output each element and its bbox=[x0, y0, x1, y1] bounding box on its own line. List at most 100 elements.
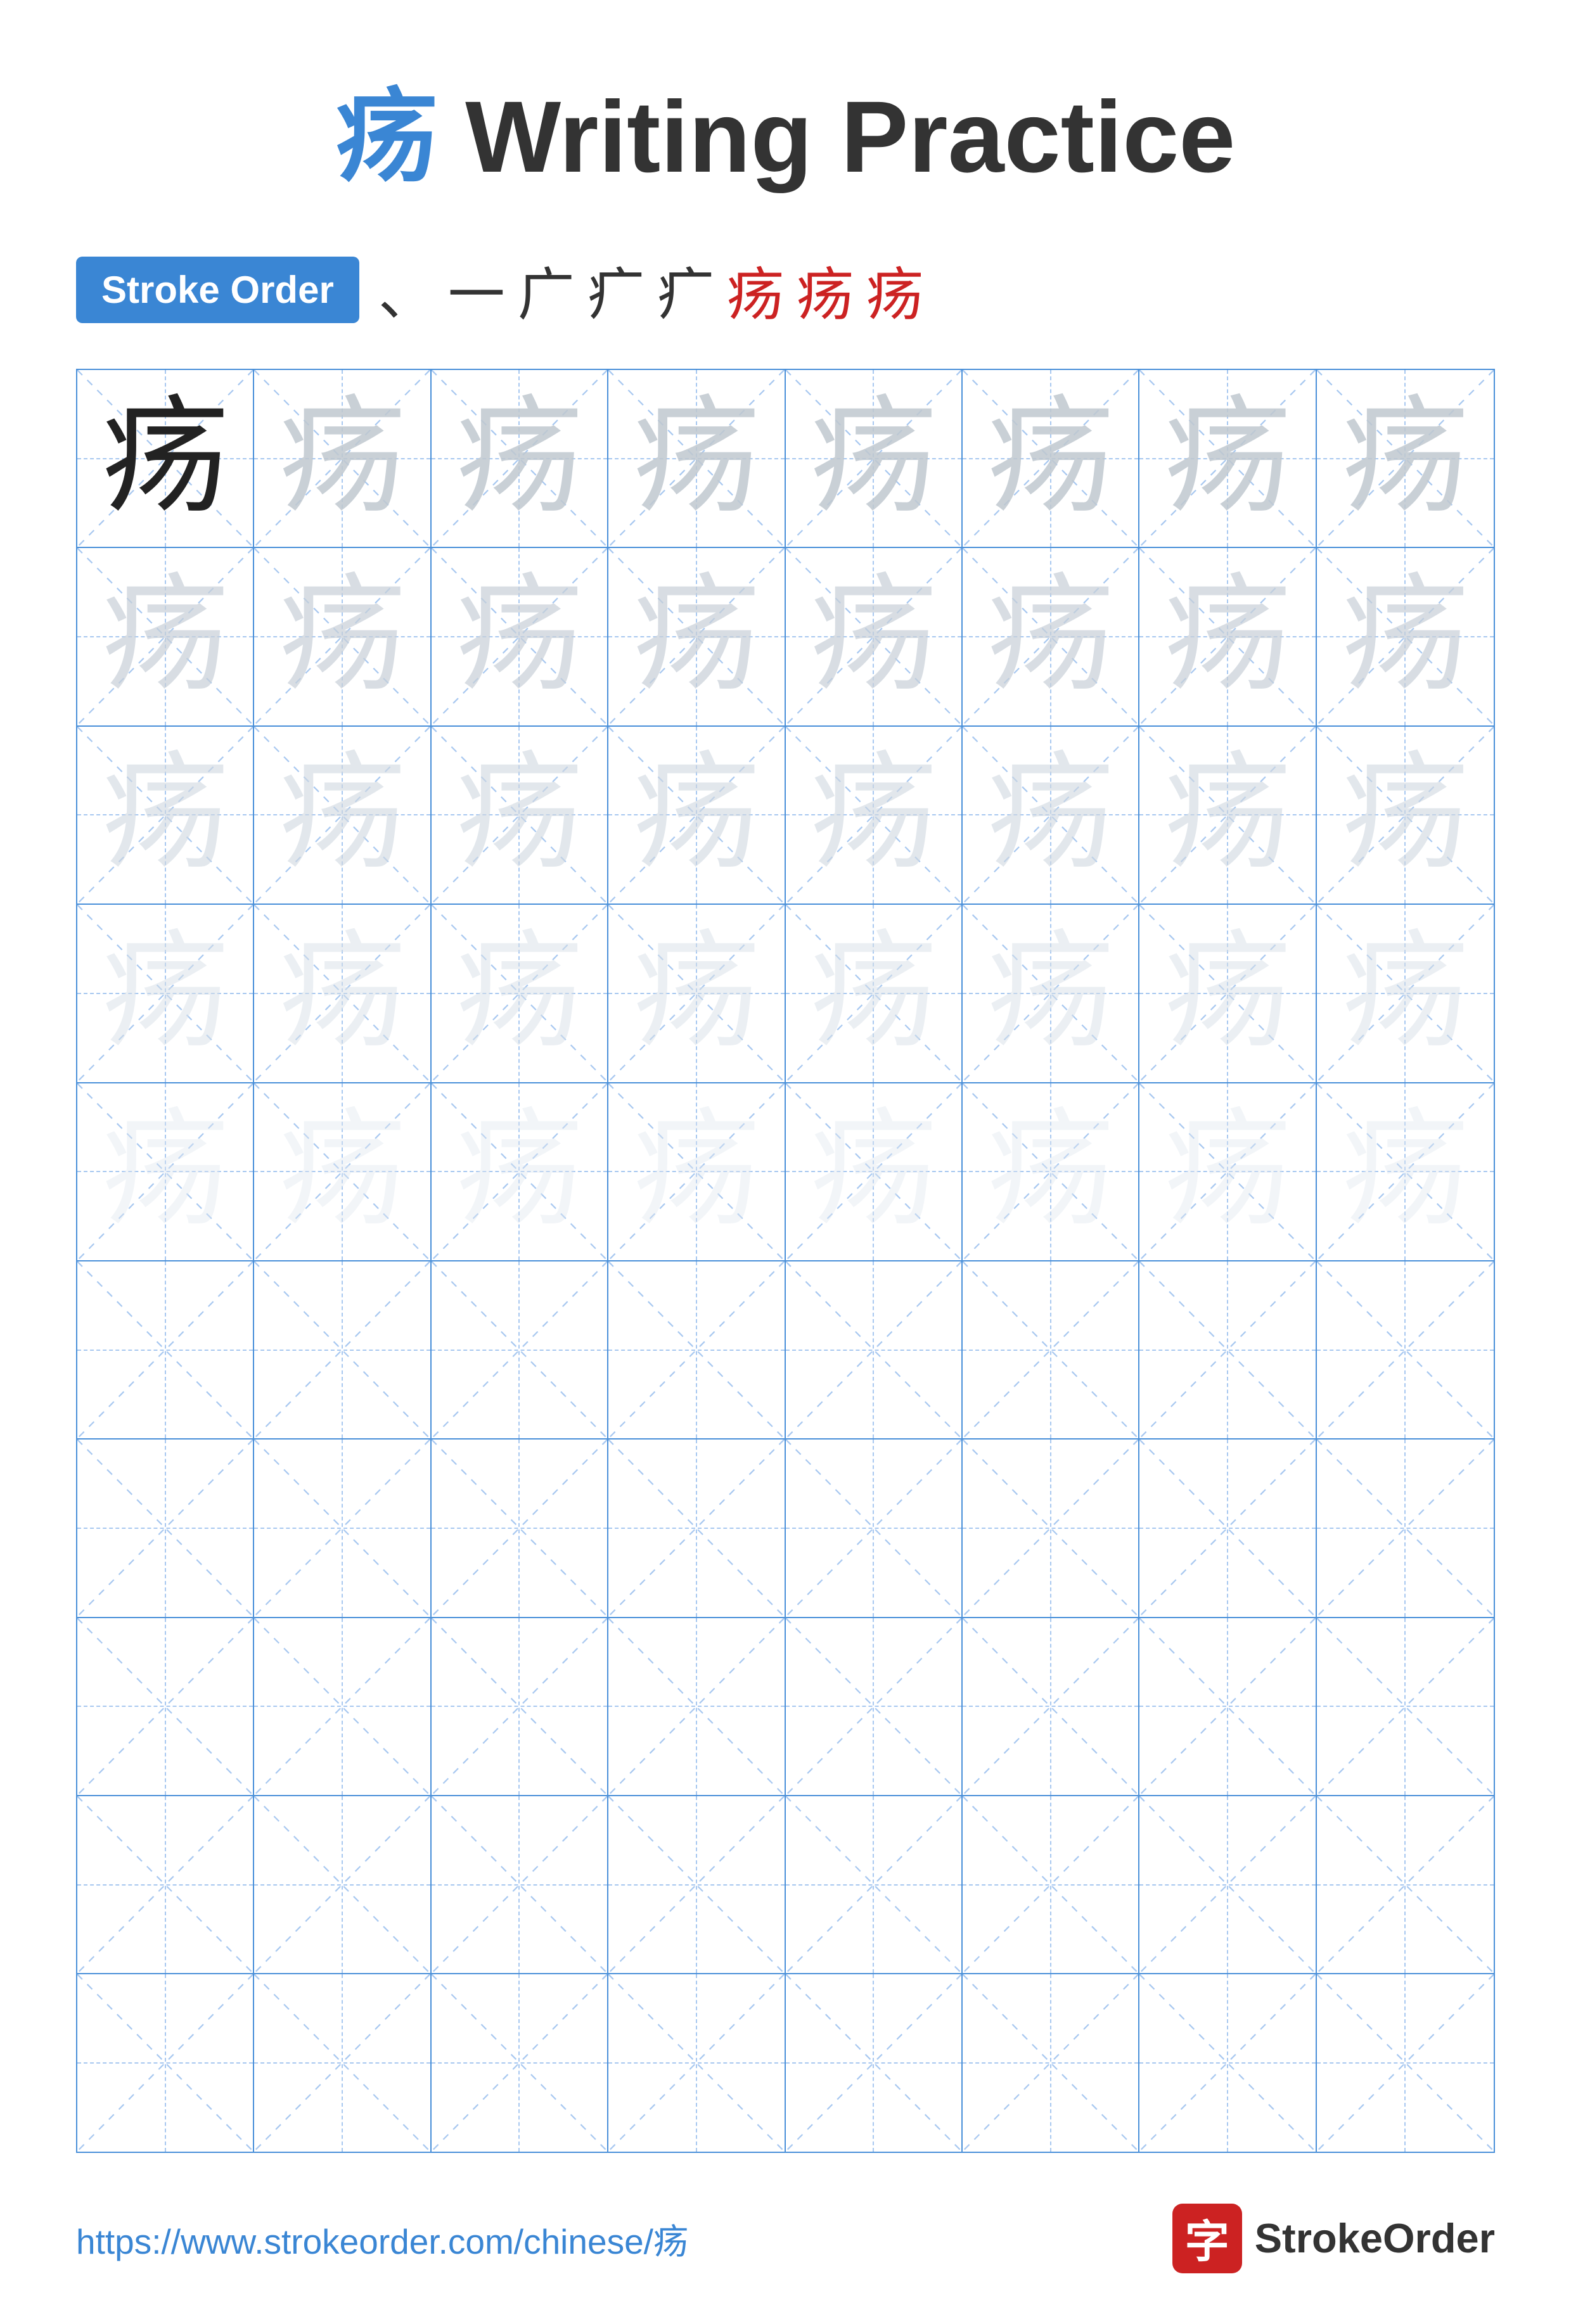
cell-5-2[interactable]: 疡 bbox=[254, 1083, 431, 1260]
cell-9-2[interactable] bbox=[254, 1796, 431, 1973]
cell-9-8[interactable] bbox=[1317, 1796, 1494, 1973]
cell-1-6[interactable]: 疡 bbox=[963, 370, 1139, 547]
cell-6-3[interactable] bbox=[432, 1261, 608, 1438]
cell-2-7[interactable]: 疡 bbox=[1139, 548, 1316, 725]
cell-7-8[interactable] bbox=[1317, 1440, 1494, 1616]
cell-8-4[interactable] bbox=[608, 1618, 785, 1795]
cell-7-6[interactable] bbox=[963, 1440, 1139, 1616]
cell-8-3[interactable] bbox=[432, 1618, 608, 1795]
char-cell-2-2: 疡 bbox=[279, 573, 406, 700]
cell-6-5[interactable] bbox=[786, 1261, 963, 1438]
cell-4-8[interactable]: 疡 bbox=[1317, 905, 1494, 1082]
cell-6-8[interactable] bbox=[1317, 1261, 1494, 1438]
stroke-seq-6: 疡 bbox=[727, 248, 784, 331]
cell-8-6[interactable] bbox=[963, 1618, 1139, 1795]
cell-10-1[interactable] bbox=[77, 1974, 254, 2151]
cell-1-1[interactable]: 疡 bbox=[77, 370, 254, 547]
cell-3-6[interactable]: 疡 bbox=[963, 727, 1139, 903]
cell-7-5[interactable] bbox=[786, 1440, 963, 1616]
char-cell-2-6: 疡 bbox=[987, 573, 1114, 700]
cell-3-2[interactable]: 疡 bbox=[254, 727, 431, 903]
cell-5-5[interactable]: 疡 bbox=[786, 1083, 963, 1260]
cell-1-7[interactable]: 疡 bbox=[1139, 370, 1316, 547]
cell-10-8[interactable] bbox=[1317, 1974, 1494, 2151]
cell-3-3[interactable]: 疡 bbox=[432, 727, 608, 903]
cell-9-1[interactable] bbox=[77, 1796, 254, 1973]
cell-10-3[interactable] bbox=[432, 1974, 608, 2151]
cell-6-7[interactable] bbox=[1139, 1261, 1316, 1438]
char-cell-1-5: 疡 bbox=[810, 395, 937, 522]
cell-8-1[interactable] bbox=[77, 1618, 254, 1795]
cell-4-4[interactable]: 疡 bbox=[608, 905, 785, 1082]
cell-4-3[interactable]: 疡 bbox=[432, 905, 608, 1082]
char-cell-5-3: 疡 bbox=[456, 1108, 582, 1235]
cell-5-1[interactable]: 疡 bbox=[77, 1083, 254, 1260]
cell-2-4[interactable]: 疡 bbox=[608, 548, 785, 725]
char-cell-2-4: 疡 bbox=[633, 573, 760, 700]
cell-4-7[interactable]: 疡 bbox=[1139, 905, 1316, 1082]
cell-3-8[interactable]: 疡 bbox=[1317, 727, 1494, 903]
char-cell-4-4: 疡 bbox=[633, 930, 760, 1057]
cell-7-4[interactable] bbox=[608, 1440, 785, 1616]
stroke-seq-4: 疒 bbox=[587, 248, 644, 331]
cell-10-7[interactable] bbox=[1139, 1974, 1316, 2151]
cell-5-8[interactable]: 疡 bbox=[1317, 1083, 1494, 1260]
cell-4-6[interactable]: 疡 bbox=[963, 905, 1139, 1082]
cell-4-5[interactable]: 疡 bbox=[786, 905, 963, 1082]
cell-1-2[interactable]: 疡 bbox=[254, 370, 431, 547]
cell-1-4[interactable]: 疡 bbox=[608, 370, 785, 547]
footer-url-link[interactable]: https://www.strokeorder.com/chinese/疡 bbox=[76, 2213, 688, 2264]
cell-2-2[interactable]: 疡 bbox=[254, 548, 431, 725]
cell-6-4[interactable] bbox=[608, 1261, 785, 1438]
cell-10-6[interactable] bbox=[963, 1974, 1139, 2151]
cell-2-3[interactable]: 疡 bbox=[432, 548, 608, 725]
cell-5-4[interactable]: 疡 bbox=[608, 1083, 785, 1260]
cell-10-5[interactable] bbox=[786, 1974, 963, 2151]
cell-2-5[interactable]: 疡 bbox=[786, 548, 963, 725]
cell-1-5[interactable]: 疡 bbox=[786, 370, 963, 547]
grid-row-3: 疡 疡 疡 疡 疡 疡 疡 bbox=[77, 727, 1494, 905]
cell-8-2[interactable] bbox=[254, 1618, 431, 1795]
char-cell-1-8: 疡 bbox=[1342, 395, 1468, 522]
grid-row-10 bbox=[77, 1974, 1494, 2151]
cell-7-1[interactable] bbox=[77, 1440, 254, 1616]
cell-6-2[interactable] bbox=[254, 1261, 431, 1438]
logo-icon: 字 bbox=[1172, 2204, 1242, 2273]
cell-8-8[interactable] bbox=[1317, 1618, 1494, 1795]
cell-4-2[interactable]: 疡 bbox=[254, 905, 431, 1082]
cell-4-1[interactable]: 疡 bbox=[77, 905, 254, 1082]
cell-9-5[interactable] bbox=[786, 1796, 963, 1973]
stroke-order-row: Stroke Order 、 一 广 疒 疒 疡 疡 疡 bbox=[76, 248, 1495, 331]
cell-5-3[interactable]: 疡 bbox=[432, 1083, 608, 1260]
cell-9-7[interactable] bbox=[1139, 1796, 1316, 1973]
cell-6-1[interactable] bbox=[77, 1261, 254, 1438]
cell-5-6[interactable]: 疡 bbox=[963, 1083, 1139, 1260]
cell-2-1[interactable]: 疡 bbox=[77, 548, 254, 725]
cell-3-1[interactable]: 疡 bbox=[77, 727, 254, 903]
cell-7-2[interactable] bbox=[254, 1440, 431, 1616]
cell-2-6[interactable]: 疡 bbox=[963, 548, 1139, 725]
cell-9-6[interactable] bbox=[963, 1796, 1139, 1973]
cell-8-7[interactable] bbox=[1139, 1618, 1316, 1795]
cell-9-3[interactable] bbox=[432, 1796, 608, 1973]
char-cell-4-2: 疡 bbox=[279, 930, 406, 1057]
cell-1-8[interactable]: 疡 bbox=[1317, 370, 1494, 547]
char-cell-3-4: 疡 bbox=[633, 751, 760, 878]
cell-10-4[interactable] bbox=[608, 1974, 785, 2151]
cell-10-2[interactable] bbox=[254, 1974, 431, 2151]
cell-3-7[interactable]: 疡 bbox=[1139, 727, 1316, 903]
cell-5-7[interactable]: 疡 bbox=[1139, 1083, 1316, 1260]
cell-7-7[interactable] bbox=[1139, 1440, 1316, 1616]
char-cell-1-6: 疡 bbox=[987, 395, 1114, 522]
cell-7-3[interactable] bbox=[432, 1440, 608, 1616]
cell-1-3[interactable]: 疡 bbox=[432, 370, 608, 547]
char-cell-4-3: 疡 bbox=[456, 930, 582, 1057]
cell-3-5[interactable]: 疡 bbox=[786, 727, 963, 903]
cell-9-4[interactable] bbox=[608, 1796, 785, 1973]
grid-row-1: 疡 疡 疡 疡 疡 疡 疡 bbox=[77, 370, 1494, 548]
grid-row-9 bbox=[77, 1796, 1494, 1974]
cell-8-5[interactable] bbox=[786, 1618, 963, 1795]
cell-3-4[interactable]: 疡 bbox=[608, 727, 785, 903]
cell-6-6[interactable] bbox=[963, 1261, 1139, 1438]
cell-2-8[interactable]: 疡 bbox=[1317, 548, 1494, 725]
